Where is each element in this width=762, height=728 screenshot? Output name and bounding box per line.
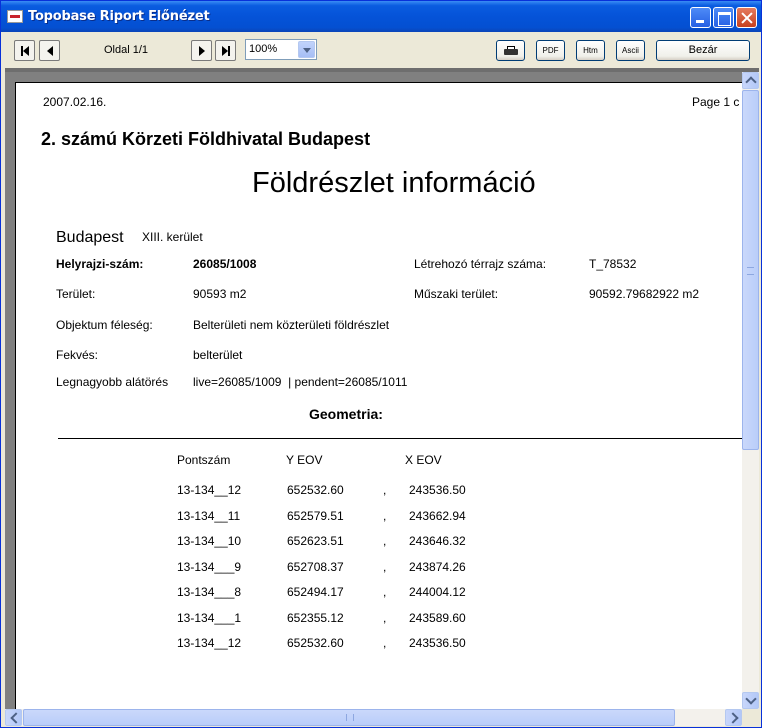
y-eov-value: 652532.60 [287,483,344,497]
vertical-scroll-thumb[interactable] [742,90,759,450]
x-eov-value: 243646.32 [409,534,466,548]
point-id: 13-134__10 [177,534,242,548]
office-heading: 2. számú Körzeti Földhivatal Budapest [41,129,371,149]
x-eov-value: 244004.12 [409,585,466,599]
chevron-down-icon[interactable] [298,41,315,58]
print-button[interactable] [496,40,525,61]
x-eov-value: 243536.50 [409,483,466,497]
report-date: 2007.02.16. [43,95,107,109]
col-header-y-eov: Y EOV [286,453,323,467]
first-page-icon [15,41,34,60]
preview-viewport: 2007.02.16. Page 1 c 2. számú Körzeti Fö… [5,68,759,725]
next-page-icon [192,41,211,60]
point-id: 13-134___9 [177,560,242,574]
city-label: Budapest [56,229,124,246]
x-eov-value: 243536.50 [409,636,466,650]
separator: , [383,534,387,548]
first-page-button[interactable] [14,40,35,61]
hrsz-label: Helyrajzi-szám: [56,257,144,271]
point-id: 13-134___8 [177,585,242,599]
objektum-value: Belterületi nem közterületi földrészlet [193,318,390,332]
separator: , [383,636,387,650]
fekves-value: belterület [193,348,243,362]
y-eov-value: 652579.51 [287,509,344,523]
minimize-icon[interactable] [690,7,711,28]
x-eov-value: 243662.94 [409,509,466,523]
close-icon[interactable] [736,7,757,28]
district-label: XIII. kerület [142,230,203,244]
previous-page-icon [40,41,59,60]
terrajz-label: Létrehozó térrajz száma: [414,257,547,271]
printer-icon [504,46,518,56]
page-number: Page 1 c [692,95,740,109]
separator: , [383,585,387,599]
scroll-down-icon[interactable] [742,692,759,709]
window-title: Topobase Riport Előnézet [28,9,210,24]
export-ascii-button[interactable]: Ascii [616,40,645,61]
horizontal-scroll-thumb[interactable] [23,709,675,726]
zoom-value: 100% [249,43,278,55]
muszaki-label: Műszaki terület: [414,287,499,301]
separator: , [383,483,387,497]
y-eov-value: 652532.60 [287,636,344,650]
terulet-value: 90593 m2 [193,287,247,301]
point-id: 13-134__12 [177,483,242,497]
terulet-label: Terület: [56,287,96,301]
col-header-x-eov: X EOV [405,453,442,467]
divider [58,438,742,439]
x-eov-value: 243589.60 [409,611,466,625]
point-id: 13-134___1 [177,611,242,625]
report-page: 2007.02.16. Page 1 c 2. számú Körzeti Fö… [15,82,743,712]
separator: , [383,611,387,625]
separator: , [383,560,387,574]
last-page-icon [216,41,235,60]
maximize-icon[interactable] [713,7,734,28]
y-eov-value: 652708.37 [287,560,344,574]
col-header-pontszam: Pontszám [177,453,231,467]
alatores-value: live=26085/1009 | pendent=26085/1011 [193,375,408,389]
previous-page-button[interactable] [39,40,60,61]
export-htm-button[interactable]: Htm [576,40,605,61]
point-id: 13-134__11 [177,509,241,523]
x-eov-value: 243874.26 [409,560,466,574]
fekves-label: Fekvés: [56,348,99,362]
hrsz-value: 26085/1008 [193,257,257,271]
title-bar[interactable]: Topobase Riport Előnézet [1,1,761,32]
scroll-right-icon[interactable] [725,709,742,726]
last-page-button[interactable] [215,40,236,61]
toolbar: Oldal 1/1 100% PDF Htm Ascii Bezár [1,32,761,68]
scroll-up-icon[interactable] [742,72,759,89]
y-eov-value: 652494.17 [287,585,344,599]
report-title: Földrészlet információ [252,167,536,199]
muszaki-value: 90592.79682922 m2 [589,287,700,301]
scroll-left-icon[interactable] [5,709,22,726]
close-button[interactable]: Bezár [656,40,750,61]
page-indicator-label: Oldal 1/1 [104,44,149,56]
vertical-scrollbar[interactable] [742,72,759,709]
size-grip [742,709,759,726]
horizontal-scrollbar[interactable] [5,709,742,726]
objektum-label: Objektum féleség: [56,318,153,332]
alatores-label: Legnagyobb alátörés [56,375,169,389]
geometry-heading: Geometria: [309,406,383,422]
terrajz-value: T_78532 [589,257,637,271]
next-page-button[interactable] [191,40,212,61]
y-eov-value: 652355.12 [287,611,344,625]
separator: , [383,509,387,523]
app-icon [7,10,23,23]
report-preview-window: Topobase Riport Előnézet Oldal 1/1 100% … [0,0,762,728]
point-id: 13-134__12 [177,636,242,650]
export-pdf-button[interactable]: PDF [536,40,565,61]
zoom-select[interactable]: 100% [245,39,317,60]
y-eov-value: 652623.51 [287,534,344,548]
